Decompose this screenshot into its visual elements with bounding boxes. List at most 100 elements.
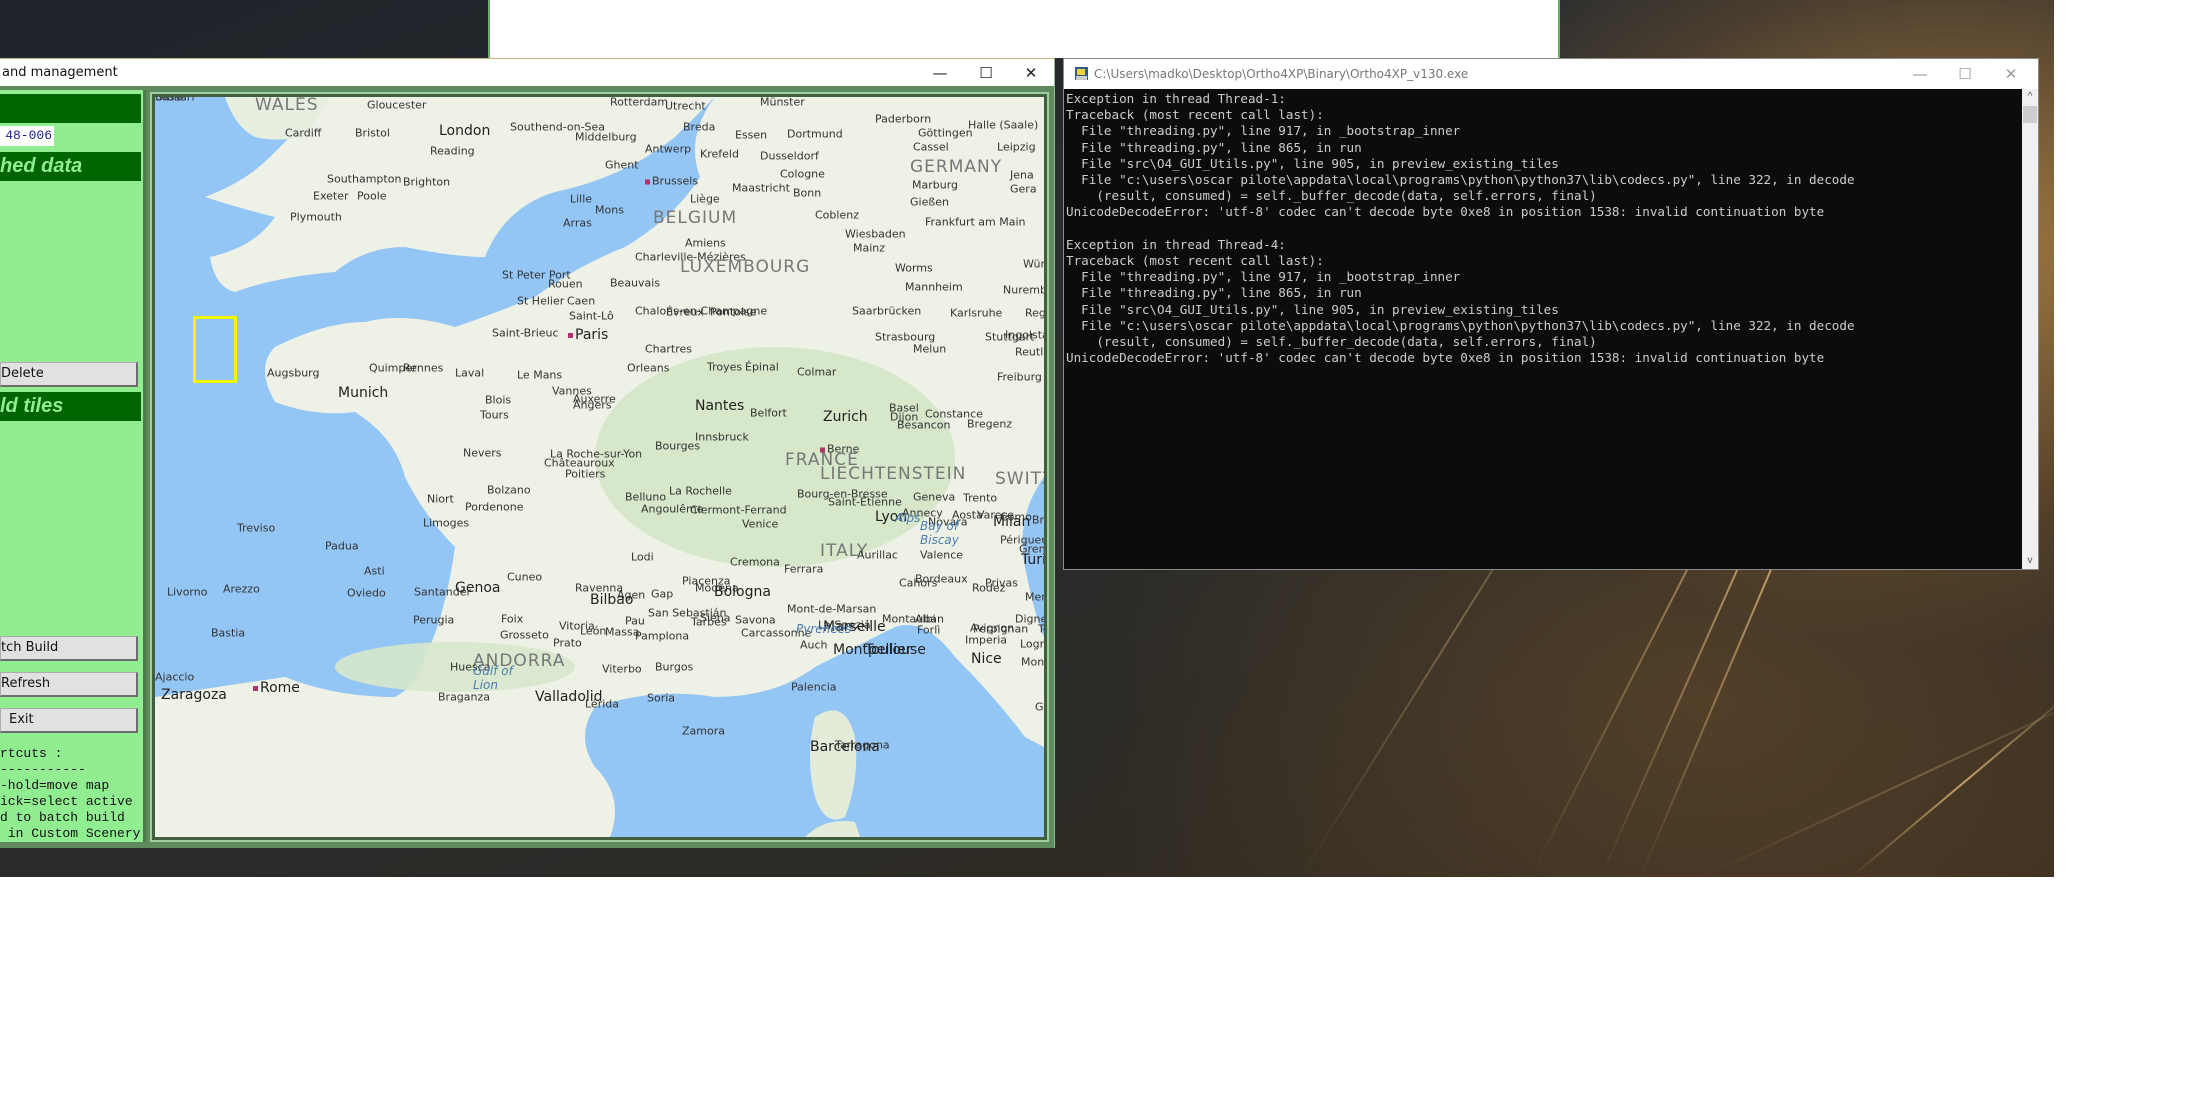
map-label[interactable]: Poole [357, 190, 387, 203]
scroll-down-icon[interactable]: v [2022, 553, 2038, 569]
map-label[interactable]: Saint-Étienne [828, 496, 902, 509]
map-label[interactable]: London [439, 123, 490, 139]
map-label[interactable]: Saint-Lô [569, 310, 614, 323]
map-label[interactable]: Perpignan [973, 623, 1028, 636]
map-label[interactable]: Limoges [423, 517, 469, 530]
map-label[interactable]: Palencia [791, 681, 837, 694]
map-label[interactable]: Pau [625, 615, 645, 628]
map-label[interactable]: Arras [563, 217, 592, 230]
map-label[interactable]: Leipzig [997, 141, 1036, 154]
selected-tile-box[interactable] [193, 316, 237, 383]
map-label[interactable]: Cuneo [507, 571, 542, 584]
map-label[interactable]: Gap [651, 588, 673, 601]
map-label[interactable]: Bristol [355, 127, 390, 140]
map-label[interactable]: Rodez [972, 582, 1005, 595]
map-label[interactable]: Reutlingen [1015, 346, 1044, 359]
map-label[interactable]: Turin [1021, 552, 1044, 568]
map-label[interactable]: Marburg [912, 179, 958, 192]
map-label[interactable]: Asti [364, 565, 385, 578]
map-label[interactable]: Toulon [1038, 623, 1044, 636]
map-label[interactable]: Olbia [155, 97, 184, 104]
map-label[interactable]: Paderborn [875, 113, 931, 126]
map-label[interactable]: Aurillac [857, 549, 898, 562]
map-label[interactable]: Ferrara [784, 563, 823, 576]
map-label[interactable]: Gera [1010, 183, 1037, 196]
tile-map[interactable]: WALES Gloucester Cardiff Bristol London Readi… [155, 97, 1044, 837]
map-label[interactable]: Rennes [403, 362, 443, 375]
map-label[interactable]: LIECHTENSTEIN [820, 464, 966, 484]
map-label[interactable]: Krefeld [700, 148, 739, 161]
map-label[interactable]: Colmar [797, 366, 836, 379]
tile-id-input[interactable]: 48-006 [0, 126, 54, 146]
map-label[interactable]: Rome [253, 680, 300, 696]
map-label[interactable]: Saint-Brieuc [492, 327, 559, 340]
map-label[interactable]: Milan [993, 514, 1030, 530]
console-titlebar[interactable]: C:\Users\madko\Desktop\Ortho4XP\Binary\O… [1064, 59, 2038, 89]
map-label[interactable]: Bourges [655, 440, 700, 453]
map-label[interactable]: Wiesbaden [845, 228, 906, 241]
map-label[interactable]: Melun [913, 343, 946, 356]
map-label[interactable]: Geneva [913, 491, 955, 504]
map-label[interactable]: Zurich [823, 409, 868, 425]
map-label[interactable]: Ingolstadt [1005, 329, 1044, 342]
map-label[interactable]: Angoulême [641, 503, 704, 516]
map-label[interactable]: Reading [430, 145, 475, 158]
map-label[interactable]: Savona [735, 614, 776, 627]
map-label[interactable]: Ajaccio [155, 671, 194, 684]
map-label[interactable]: Mende [1025, 591, 1044, 604]
map-label[interactable]: Pyrenees [796, 622, 851, 636]
console-minimize-button[interactable]: — [1897, 59, 1943, 89]
map-label[interactable]: Treviso [237, 522, 275, 535]
map-label[interactable]: Berne [820, 443, 859, 456]
map-label[interactable]: Alps [895, 511, 920, 525]
map-label[interactable]: Nice [971, 651, 1002, 667]
minimize-button[interactable]: — [917, 59, 963, 87]
map-label[interactable]: Padua [325, 540, 359, 553]
map-label[interactable]: La Rochelle [669, 485, 732, 498]
map-label[interactable]: Ghent [605, 159, 639, 172]
console-maximize-button[interactable]: ☐ [1942, 59, 1988, 89]
map-label[interactable]: Halle (Saale) [968, 119, 1038, 132]
map-label[interactable]: Gießen [910, 196, 949, 209]
map-label[interactable]: Paris [568, 327, 608, 343]
map-label[interactable]: SWITZERLAND [995, 469, 1044, 489]
map-label[interactable]: Worms [895, 262, 933, 275]
map-label[interactable]: Lodi [631, 551, 654, 564]
map-label[interactable]: Auch [800, 639, 828, 652]
map-label[interactable]: Tours [480, 409, 509, 422]
map-label[interactable]: Chalons-en-Champagne [635, 305, 767, 318]
map-label[interactable]: Troyes [707, 361, 742, 374]
map-label[interactable]: Southampton [327, 173, 401, 186]
map-label[interactable]: Siena [700, 612, 731, 625]
map-label[interactable]: Beauvais [610, 277, 660, 290]
batch-build-button[interactable]: tch Build [0, 636, 138, 661]
map-label[interactable]: Frankfurt am Main [925, 216, 1026, 229]
map-label[interactable]: Soria [647, 692, 675, 705]
map-label[interactable]: Braganza [438, 691, 490, 704]
map-label[interactable]: Trento [963, 492, 997, 505]
map-label[interactable]: Grosseto [500, 629, 549, 642]
map-label[interactable]: Chartres [645, 343, 692, 356]
map-label[interactable]: Perugia [413, 614, 454, 627]
map-label[interactable]: WALES [255, 97, 319, 115]
map-label[interactable]: Augsburg [267, 367, 319, 380]
scroll-up-icon[interactable]: ^ [2022, 89, 2038, 105]
background-window[interactable] [488, 0, 1560, 58]
map-label[interactable]: Innsbruck [695, 431, 749, 444]
map-label[interactable]: LUXEMBOURG [680, 257, 810, 277]
map-label[interactable]: Gerona [1035, 701, 1044, 714]
map-label[interactable]: Bay of Biscay [920, 519, 959, 547]
map-label[interactable]: Montpellier [833, 642, 912, 658]
maximize-button[interactable]: ☐ [963, 59, 1009, 87]
map-label[interactable]: Jena [1010, 169, 1034, 182]
ortho4xp-titlebar[interactable]: and management — ☐ ✕ [0, 58, 1054, 87]
map-label[interactable]: Blois [485, 394, 511, 407]
map-label[interactable]: Bolzano [487, 484, 531, 497]
map-label[interactable]: Pamplona [635, 630, 689, 643]
map-label[interactable]: Vercelli [1043, 537, 1044, 550]
map-label[interactable]: St Helier [517, 295, 564, 308]
map-label[interactable]: Gulf of Lion [473, 664, 513, 692]
map-label[interactable]: Santander [414, 586, 471, 599]
map-label[interactable]: Niort [427, 493, 454, 506]
map-label[interactable]: Bregenz [967, 418, 1012, 431]
